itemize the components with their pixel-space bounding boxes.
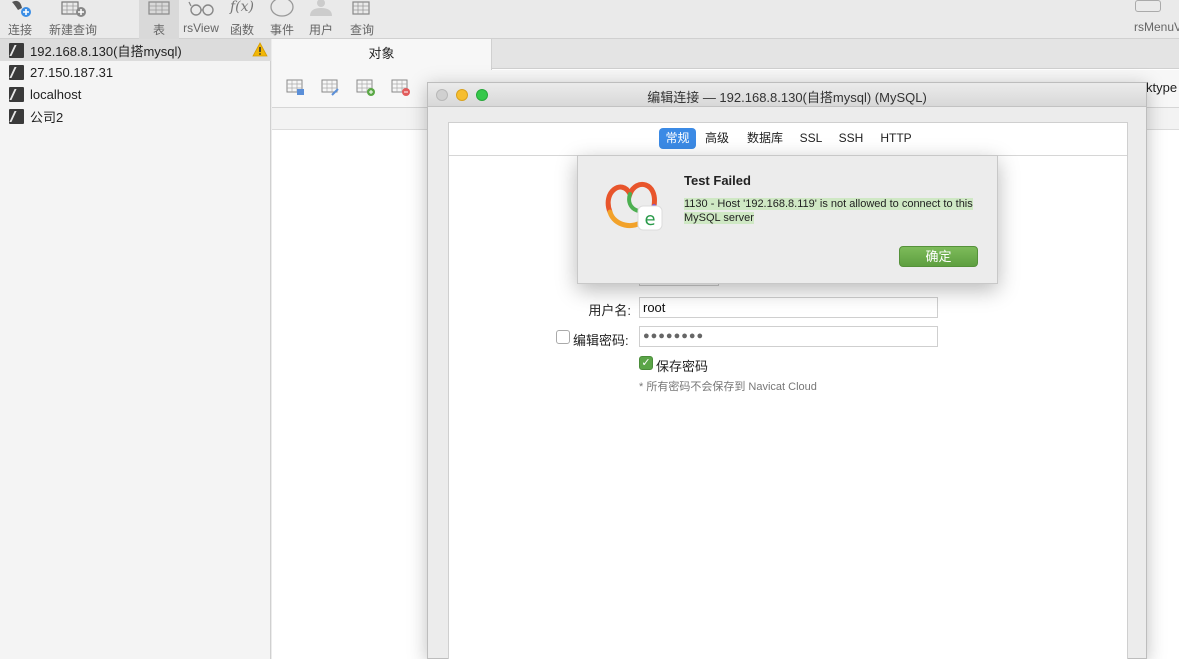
connection-name: 27.150.187.31	[30, 64, 114, 80]
connection-name: 公司2	[30, 109, 64, 125]
save-password-label: 保存密码	[656, 359, 709, 374]
new-query-button[interactable]: 新建查询	[46, 0, 100, 39]
username-label: 用户名:	[588, 303, 631, 318]
ok-button[interactable]: 确定	[899, 246, 978, 267]
alert-title: Test Failed	[684, 173, 751, 188]
edit-password-label: 编辑密码:	[573, 333, 629, 348]
panel-icon	[1135, 0, 1161, 12]
new-table-icon[interactable]	[356, 79, 376, 97]
alert-message: 1130 - Host '192.168.8.119' is not allow…	[684, 197, 986, 225]
open-table-icon[interactable]	[286, 79, 306, 97]
mysql-connection-icon	[9, 86, 24, 102]
function-label: 函数	[229, 23, 254, 37]
delete-table-icon[interactable]	[391, 79, 411, 97]
design-table-icon[interactable]	[321, 79, 341, 97]
connect-icon	[12, 0, 31, 17]
tab-objects[interactable]: 对象	[272, 39, 492, 70]
function-button[interactable]: f(x) 函数	[224, 0, 260, 39]
view-button[interactable]: rsView	[181, 0, 221, 39]
tab-database[interactable]: 数据库	[744, 128, 786, 149]
query-button[interactable]: 查询	[344, 0, 380, 39]
function-icon: f(x)	[229, 0, 254, 15]
tab-advanced[interactable]: 高级	[702, 128, 732, 149]
query-icon	[352, 1, 370, 15]
tab-bar: 对象	[272, 39, 1179, 70]
password-input[interactable]: ●●●●●●●●	[639, 326, 938, 347]
table-button[interactable]: 表	[139, 0, 179, 39]
right-menu-label: rsMenuV	[1134, 20, 1179, 34]
glasses-icon	[188, 1, 214, 16]
connection-item-3[interactable]: localhost	[0, 83, 271, 105]
new-query-label: 新建查询	[48, 23, 97, 37]
user-icon	[310, 0, 332, 16]
connection-name: 192.168.8.130(自搭mysql)	[30, 43, 182, 59]
window-titlebar: 编辑连接 — 192.168.8.130(自搭mysql) (MySQL)	[428, 83, 1146, 107]
navicat-logo-icon: e	[605, 181, 663, 231]
clock-icon	[270, 0, 294, 17]
settings-tabs: 常规 高级 数据库 SSL SSH HTTP	[449, 123, 1127, 156]
mysql-connection-icon	[9, 64, 24, 80]
tab-http[interactable]: HTTP	[877, 128, 915, 149]
save-password-checkbox[interactable]: ✓	[639, 356, 653, 370]
warning-icon	[252, 42, 268, 57]
edit-password-checkbox[interactable]	[556, 330, 570, 344]
connect-label: 连接	[7, 23, 32, 37]
mysql-connection-icon	[9, 108, 24, 124]
mysql-connection-icon	[9, 42, 24, 58]
event-label: 事件	[269, 23, 294, 37]
connection-item-2[interactable]: 27.150.187.31	[0, 61, 271, 83]
svg-text:e: e	[644, 209, 655, 230]
search-field-partial[interactable]: ktype	[1146, 80, 1177, 95]
new-query-icon	[61, 1, 86, 17]
connect-button[interactable]: 连接	[2, 0, 38, 39]
cloud-note: * 所有密码不会保存到 Navicat Cloud	[639, 381, 817, 393]
tab-ssl[interactable]: SSL	[797, 128, 825, 149]
tab-general[interactable]: 常规	[659, 128, 696, 149]
connection-item-4[interactable]: 公司2	[0, 105, 271, 127]
username-input[interactable]	[639, 297, 938, 318]
table-label: 表	[152, 23, 165, 37]
test-failed-alert: e Test Failed 1130 - Host '192.168.8.119…	[577, 155, 998, 284]
view-label: rsView	[183, 21, 219, 35]
tab-ssh[interactable]: SSH	[836, 128, 866, 149]
window-title: 编辑连接 — 192.168.8.130(自搭mysql) (MySQL)	[647, 90, 927, 105]
user-button[interactable]: 用户	[303, 0, 339, 39]
table-icon	[148, 1, 170, 15]
event-button[interactable]: 事件	[264, 0, 300, 39]
connection-name: localhost	[30, 86, 82, 102]
connection-sidebar: 192.168.8.130(自搭mysql) 27.150.187.31 loc…	[0, 39, 271, 659]
user-label: 用户	[308, 23, 333, 37]
query-label: 查询	[349, 23, 374, 37]
main-toolbar: 连接 新建查询 表 rsView f(x) 函数 事件 用户 查询 rsMenu…	[0, 0, 1179, 39]
connection-item-1[interactable]: 192.168.8.130(自搭mysql)	[0, 39, 271, 61]
alert-message-text: 1130 - Host '192.168.8.119' is not allow…	[684, 198, 973, 224]
